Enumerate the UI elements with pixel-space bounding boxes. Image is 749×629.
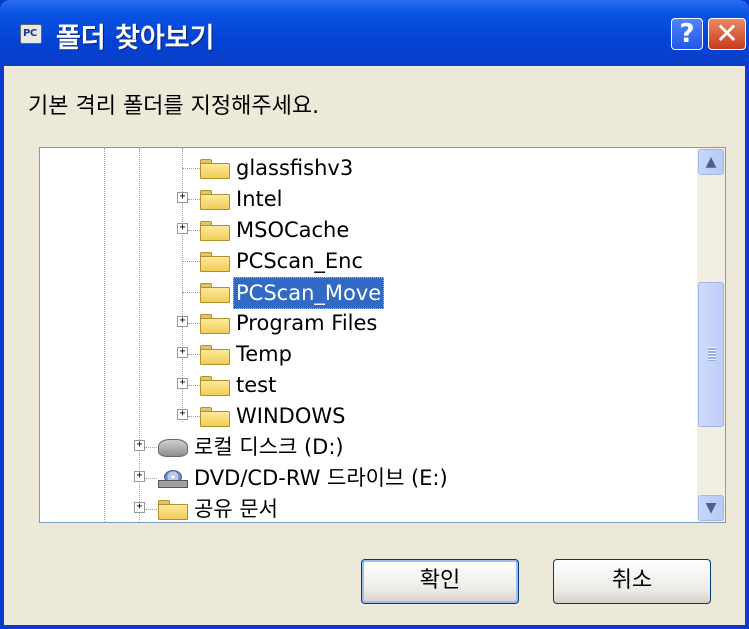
expand-plus-icon[interactable]: + — [177, 347, 188, 358]
expand-plus-icon[interactable]: + — [177, 409, 188, 420]
tree-item-pcscan-move[interactable]: PCScan_Move — [40, 277, 690, 309]
window-title: 폴더 찾아보기 — [56, 23, 215, 54]
tree-item-shared-documents[interactable]: + 공유 문서 — [40, 494, 690, 522]
tree-item-temp[interactable]: + Temp — [40, 339, 690, 369]
tree-item-label: Intel — [236, 187, 283, 211]
dvd-drive-icon — [158, 470, 188, 488]
folder-icon — [200, 221, 230, 241]
tree-connector — [188, 385, 200, 386]
expand-plus-icon[interactable]: + — [134, 502, 145, 513]
tree-item-label: WINDOWS — [236, 404, 346, 428]
tree-connector — [145, 478, 157, 479]
open-folder-icon — [200, 283, 230, 303]
hard-disk-icon — [158, 439, 188, 457]
expand-plus-icon[interactable]: + — [177, 223, 188, 234]
tree-item-label: PCScan_Move — [233, 277, 385, 309]
tree-item-label: glassfishv3 — [236, 156, 354, 180]
tree-item-label: test — [236, 373, 277, 397]
folder-icon — [200, 407, 230, 427]
tree-item-pcscan-enc[interactable]: PCScan_Enc — [40, 246, 690, 276]
tree-connector — [182, 292, 200, 293]
tree-connector — [182, 168, 200, 169]
app-icon-text: PC — [23, 28, 37, 39]
expand-plus-icon[interactable]: + — [134, 440, 145, 451]
tree-item-label: PCScan_Enc — [236, 249, 364, 273]
folder-icon — [200, 314, 230, 334]
folder-icon — [200, 376, 230, 396]
tree-item-label: DVD/CD-RW 드라이브 (E:) — [194, 466, 448, 490]
folder-icon — [158, 500, 188, 520]
title-bar[interactable]: PC 폴더 찾아보기 ? ✕ — [0, 0, 749, 66]
folder-tree[interactable]: glassfishv3 + Intel + MSOCache PCScan_En… — [39, 147, 726, 523]
tree-connector — [145, 509, 157, 510]
tree-item-msocache[interactable]: + MSOCache — [40, 215, 690, 245]
grip-icon — [708, 347, 716, 361]
close-button[interactable]: ✕ — [708, 18, 746, 50]
tree-item-windows[interactable]: + WINDOWS — [40, 401, 690, 431]
tree-item-label: Program Files — [236, 311, 378, 335]
folder-icon — [200, 159, 230, 179]
ok-button[interactable]: 확인 — [361, 559, 519, 604]
help-button[interactable]: ? — [671, 18, 703, 50]
expand-plus-icon[interactable]: + — [177, 316, 188, 327]
tree-connector — [182, 261, 200, 262]
tree-connector — [188, 354, 200, 355]
tree-connector — [188, 416, 200, 417]
expand-plus-icon[interactable]: + — [177, 378, 188, 389]
expand-plus-icon[interactable]: + — [134, 471, 145, 482]
tree-connector — [145, 447, 157, 448]
tree-item-glassfishv3[interactable]: glassfishv3 — [40, 153, 690, 183]
tree-item-label: Temp — [236, 342, 292, 366]
folder-icon — [200, 252, 230, 272]
cancel-button[interactable]: 취소 — [553, 559, 711, 604]
dialog-body: 기본 격리 폴더를 지정해주세요. glassfishv3 + Intel + — [4, 66, 745, 625]
tree-item-program-files[interactable]: + Program Files — [40, 308, 690, 338]
tree-item-test[interactable]: + test — [40, 370, 690, 400]
browse-folder-dialog: PC 폴더 찾아보기 ? ✕ 기본 격리 폴더를 지정해주세요. glassfi… — [0, 0, 749, 629]
scroll-thumb[interactable] — [698, 282, 724, 427]
tree-item-intel[interactable]: + Intel — [40, 184, 690, 214]
tree-connector — [188, 199, 200, 200]
expand-plus-icon[interactable]: + — [177, 192, 188, 203]
instruction-text: 기본 격리 폴더를 지정해주세요. — [28, 94, 320, 119]
folder-icon — [200, 190, 230, 210]
scroll-down-button[interactable]: ▼ — [698, 495, 724, 521]
app-icon: PC — [20, 24, 42, 44]
tree-item-label: 로컬 디스크 (D:) — [194, 435, 344, 459]
tree-connector — [188, 230, 200, 231]
tree-connector — [188, 323, 200, 324]
vertical-scrollbar[interactable]: ▲ ▼ — [697, 148, 725, 522]
tree-item-label: MSOCache — [236, 218, 350, 242]
folder-icon — [200, 345, 230, 365]
tree-item-local-disk-d[interactable]: + 로컬 디스크 (D:) — [40, 432, 690, 462]
scroll-up-button[interactable]: ▲ — [698, 149, 724, 175]
tree-item-dvd-drive-e[interactable]: + DVD/CD-RW 드라이브 (E:) — [40, 463, 690, 493]
tree-item-label: 공유 문서 — [194, 497, 278, 521]
